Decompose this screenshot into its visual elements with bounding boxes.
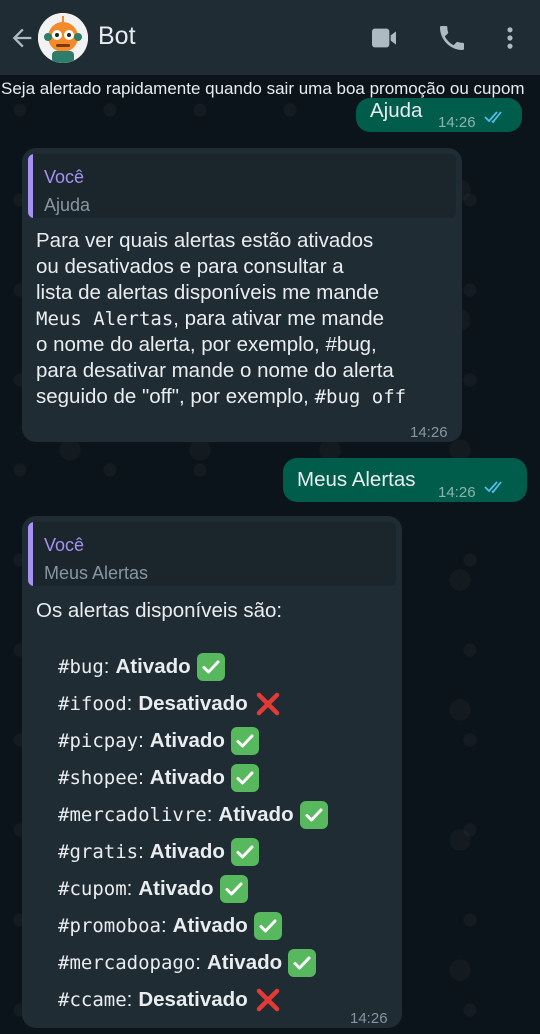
alert-tag[interactable]: #mercadopago (58, 950, 195, 976)
chat-description-banner: Seja alertado rapidamente quando sair um… (0, 78, 540, 100)
incoming-message[interactable]: Você Ajuda Para ver quais alertas estão … (22, 148, 462, 442)
alert-separator: : (206, 803, 213, 826)
check-mark-icon (288, 949, 317, 977)
message-line: o nome do alerta, por exemplo, #bug, (36, 333, 377, 356)
quote-author: Você (44, 535, 85, 555)
quoted-message[interactable]: Você Meus Alertas (28, 522, 396, 586)
alert-item: #picpay: Ativado (58, 726, 259, 756)
alert-tag[interactable]: #mercadolivre (58, 802, 207, 828)
alerts-intro: Os alertas disponíveis são: (36, 599, 283, 622)
chat-screen: Bot Seja alertado rapidamente quando sai… (0, 0, 540, 1034)
cross-mark-icon (254, 986, 282, 1014)
alert-tag[interactable]: #gratis (58, 839, 138, 865)
alert-item: #cupom: Ativado (58, 874, 248, 904)
bot-avatar-icon (38, 13, 88, 63)
message-text: Ajuda (370, 99, 423, 122)
check-mark-icon (230, 764, 259, 792)
alert-status: Ativado (149, 840, 225, 863)
alert-separator: : (103, 655, 110, 678)
outgoing-message[interactable]: Ajuda 14:26 (356, 98, 522, 132)
alert-separator: : (160, 914, 167, 937)
alert-status: Ativado (218, 803, 294, 826)
alert-status: Desativado (138, 692, 248, 715)
video-camera-icon[interactable] (368, 22, 400, 54)
alert-separator: : (126, 877, 133, 900)
alert-item: #ifood: Desativado (58, 689, 282, 719)
alert-item: #mercadolivre: Ativado (58, 800, 328, 830)
quote-text: Meus Alertas (44, 563, 149, 583)
alert-separator: : (195, 951, 201, 974)
quote-accent-bar (28, 522, 33, 586)
arrow-left-icon[interactable] (8, 24, 36, 52)
check-mark-icon (299, 801, 328, 829)
outgoing-message[interactable]: Meus Alertas 14:26 (283, 458, 527, 502)
alert-status: Ativado (115, 655, 191, 678)
phone-icon[interactable] (436, 22, 468, 54)
message-time: 14:26 (438, 114, 476, 131)
alert-separator: : (138, 729, 144, 752)
message-time: 14:26 (410, 424, 448, 441)
quote-accent-bar (28, 154, 33, 218)
alert-tag[interactable]: #cupom (58, 876, 127, 902)
alert-item: #mercadopago: Ativado (58, 948, 317, 978)
chat-title[interactable]: Bot (98, 22, 136, 51)
check-mark-icon (219, 875, 248, 903)
alert-tag[interactable]: #picpay (58, 728, 138, 754)
avatar[interactable] (38, 13, 88, 63)
quote-text: Ajuda (44, 195, 91, 215)
check-mark-icon (230, 727, 259, 755)
check-mark-icon (230, 838, 259, 866)
alert-item: #shopee: Ativado (58, 763, 259, 793)
quoted-message[interactable]: Você Ajuda (28, 154, 456, 218)
alert-status: Ativado (138, 877, 214, 900)
alert-status: Desativado (138, 988, 248, 1011)
more-vertical-icon[interactable] (496, 22, 524, 54)
message-line: lista de alertas disponíveis me mande (36, 281, 379, 304)
message-time: 14:26 (350, 1010, 388, 1027)
alert-tag[interactable]: #shopee (58, 765, 138, 791)
alert-status: Ativado (149, 729, 225, 752)
read-ticks-icon (484, 481, 502, 494)
alert-item: #gratis: Ativado (58, 837, 259, 867)
alert-separator: : (126, 692, 133, 715)
alert-status: Ativado (206, 951, 283, 974)
quote-author: Você (44, 167, 85, 187)
alert-item: #bug: Ativado (58, 652, 225, 682)
message-line: para desativar mande o nome do alerta (36, 359, 394, 382)
check-mark-icon (196, 653, 225, 681)
incoming-message[interactable]: Você Meus Alertas Os alertas disponíveis… (22, 516, 402, 1028)
alert-separator: : (138, 840, 144, 863)
message-line: Meus Alertas, para ativar me mande (36, 307, 385, 330)
read-ticks-icon (484, 111, 502, 124)
alert-tag[interactable]: #bug (58, 654, 104, 680)
chat-header: Bot (0, 0, 540, 75)
alert-tag[interactable]: #ccame (58, 987, 127, 1013)
alert-item: #promoboa: Ativado (58, 911, 282, 941)
message-text: Meus Alertas (297, 468, 416, 491)
alert-tag[interactable]: #promoboa (58, 913, 161, 939)
alert-separator: : (126, 988, 133, 1011)
alert-status: Ativado (149, 766, 225, 789)
cross-mark-icon (254, 690, 282, 718)
check-mark-icon (253, 912, 282, 940)
message-line: Para ver quais alertas estão ativados (36, 229, 374, 252)
message-line: seguido de "off", por exemplo, #bug off (36, 385, 407, 408)
message-line: ou desativados e para consultar a (36, 255, 344, 278)
alert-tag[interactable]: #ifood (58, 691, 127, 717)
alert-separator: : (138, 766, 144, 789)
alert-status: Ativado (172, 914, 248, 937)
message-time: 14:26 (438, 484, 476, 501)
alert-item: #ccame: Desativado (58, 985, 282, 1015)
